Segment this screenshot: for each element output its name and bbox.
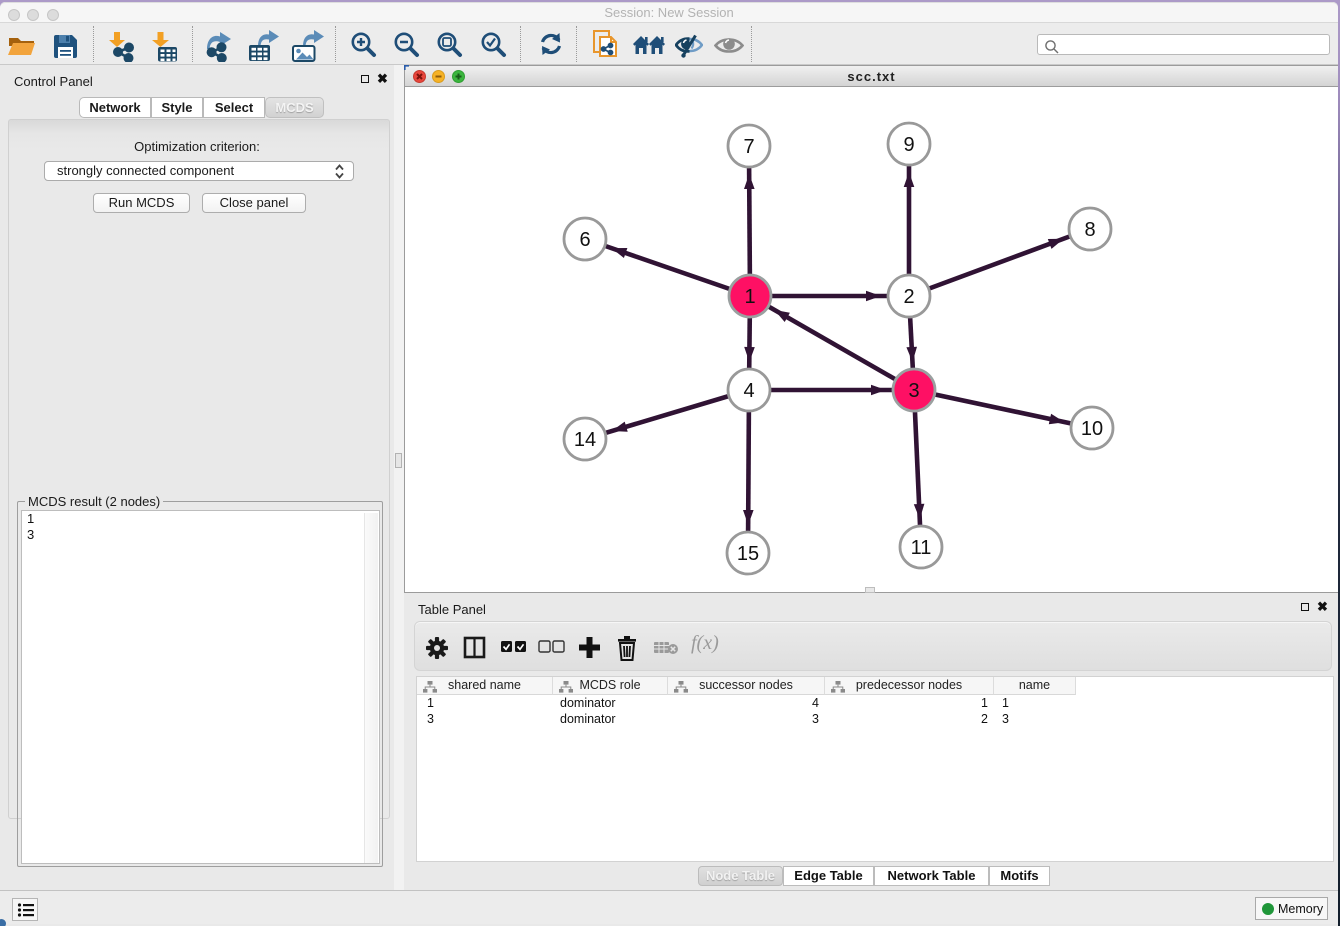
svg-text:10: 10 (1081, 418, 1103, 440)
svg-text:8: 8 (1084, 219, 1095, 241)
svg-text:1: 1 (744, 286, 755, 308)
svg-text:14: 14 (574, 429, 596, 451)
svg-text:4: 4 (743, 380, 754, 402)
svg-text:3: 3 (908, 380, 919, 402)
svg-text:7: 7 (743, 136, 754, 158)
svg-text:6: 6 (579, 229, 590, 251)
svg-text:11: 11 (911, 537, 932, 559)
svg-text:2: 2 (903, 286, 914, 308)
svg-text:9: 9 (903, 134, 914, 156)
svg-text:15: 15 (737, 543, 759, 565)
